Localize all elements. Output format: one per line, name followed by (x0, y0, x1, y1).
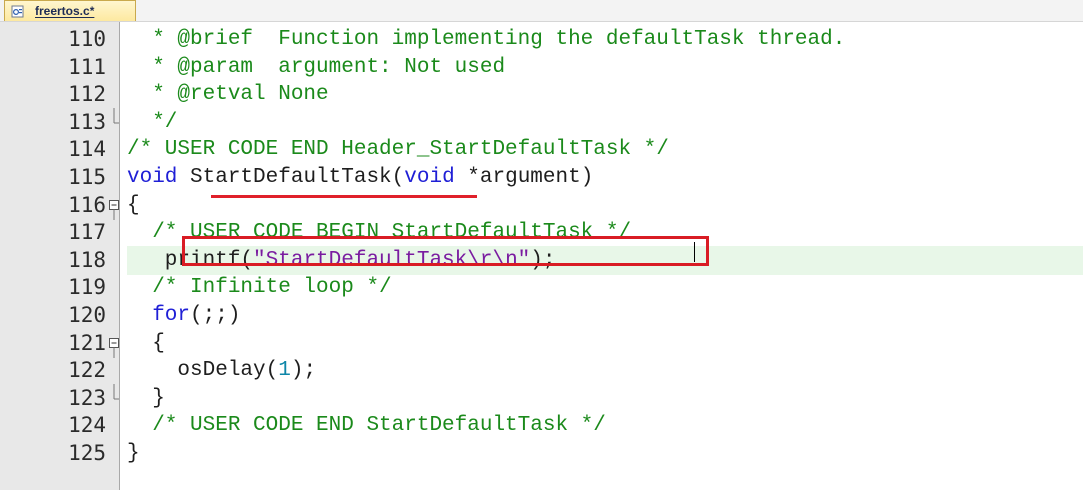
red-underline-annotation (211, 195, 477, 198)
code-text[interactable]: } (127, 439, 1083, 468)
line-number: 117 (68, 220, 106, 245)
line-number: 111 (68, 54, 106, 79)
tab-bar: freertos.c* (0, 0, 1083, 22)
code-text[interactable]: /* USER CODE END Header_StartDefaultTask… (127, 135, 1083, 164)
fold-margin (108, 246, 120, 275)
line-number: 119 (68, 275, 106, 300)
code-token: /* USER CODE END StartDefaultTask */ (127, 414, 606, 438)
code-text[interactable]: void StartDefaultTask(void *argument) (127, 163, 1083, 192)
line-number: 114 (68, 137, 106, 162)
fold-end-icon (108, 107, 120, 137)
code-text[interactable]: /* USER CODE END StartDefaultTask */ (127, 411, 1083, 440)
fold-collapse-icon[interactable] (108, 329, 120, 358)
code-token: *argument) (454, 166, 594, 189)
tab-freertos-c[interactable]: freertos.c* (4, 0, 136, 21)
code-text[interactable]: { (127, 329, 1083, 358)
fold-margin (108, 80, 120, 109)
code-token: void (404, 166, 455, 189)
code-line[interactable]: 115 void StartDefaultTask(void *argument) (0, 163, 1083, 192)
fold-margin (108, 411, 120, 440)
code-text[interactable]: * @brief Function implementing the defau… (127, 25, 1083, 54)
tab-label: freertos.c* (35, 4, 95, 18)
code-line[interactable]: 120 for(;;) (0, 301, 1083, 330)
code-token: 1 (278, 359, 291, 383)
line-number: 123 (68, 385, 106, 410)
line-number: 125 (68, 441, 106, 465)
code-line[interactable]: 125} (0, 439, 1083, 468)
code-line[interactable]: 112 * @retval None (0, 80, 1083, 109)
code-line[interactable]: 123 } (0, 383, 1083, 413)
code-line[interactable]: 114 /* USER CODE END Header_StartDefaultT… (0, 135, 1083, 164)
fold-margin (108, 273, 120, 302)
code-text[interactable]: */ (127, 108, 1083, 137)
code-token: { (127, 193, 140, 217)
code-line[interactable]: 122 osDelay(1); (0, 356, 1083, 385)
fold-margin (108, 53, 120, 82)
line-number: 113 (68, 109, 106, 134)
code-line[interactable]: 121 { (0, 329, 1083, 358)
fold-margin (108, 25, 120, 54)
code-text[interactable]: for(;;) (127, 301, 1083, 330)
code-token: StartDefaultTask( (177, 166, 405, 189)
line-number: 116 (68, 192, 106, 217)
code-token: * @brief Function implementing the defau… (127, 28, 846, 51)
fold-margin (108, 301, 120, 330)
line-number: 110 (68, 27, 106, 51)
code-token: /* Infinite loop */ (127, 276, 392, 300)
fold-margin (108, 439, 120, 468)
line-number: 122 (68, 358, 106, 383)
code-text[interactable]: osDelay(1); (127, 356, 1083, 385)
fold-margin (108, 135, 120, 164)
line-number: 124 (68, 413, 106, 438)
code-token: void (127, 166, 178, 189)
code-line[interactable]: 110 * @brief Function implementing the d… (0, 25, 1083, 54)
line-number: 112 (68, 82, 106, 107)
fold-margin (108, 356, 120, 385)
code-token: } (127, 386, 165, 410)
code-editor-window: freertos.c* 110 * @brief Function implem… (0, 0, 1083, 490)
line-number: 121 (68, 330, 106, 355)
line-number: 118 (68, 247, 106, 272)
code-line[interactable]: 116 { (0, 191, 1083, 220)
code-line[interactable]: 124 /* USER CODE END StartDefaultTask */ (0, 411, 1083, 440)
code-token: * @param argument: Not used (127, 55, 506, 79)
code-token: osDelay( (127, 359, 279, 383)
code-text[interactable]: /* Infinite loop */ (127, 273, 1083, 302)
line-number: 120 (68, 303, 106, 327)
code-line[interactable]: 119 /* Infinite loop */ (0, 273, 1083, 302)
fold-end-icon (108, 383, 120, 413)
fold-margin (108, 218, 120, 247)
code-token: */ (127, 110, 178, 134)
line-number: 115 (68, 165, 106, 189)
code-token: (;;) (190, 304, 241, 327)
code-token: for (127, 304, 191, 327)
code-token: } (127, 442, 140, 465)
code-token: /* USER CODE END Header_StartDefaultTask… (127, 138, 669, 162)
code-text[interactable]: } (127, 384, 1083, 413)
red-box-annotation (182, 236, 709, 266)
text-cursor (694, 242, 695, 262)
code-line[interactable]: 113 */ (0, 107, 1083, 137)
code-token: { (127, 331, 165, 355)
fold-collapse-icon[interactable] (108, 191, 120, 220)
fold-margin (108, 163, 120, 192)
code-token: ); (290, 359, 317, 383)
c-file-icon (11, 5, 25, 18)
code-token: * @retval None (127, 83, 329, 107)
code-line[interactable]: 111 * @param argument: Not used (0, 53, 1083, 82)
code-text[interactable]: * @retval None (127, 80, 1083, 109)
code-text[interactable]: * @param argument: Not used (127, 53, 1083, 82)
